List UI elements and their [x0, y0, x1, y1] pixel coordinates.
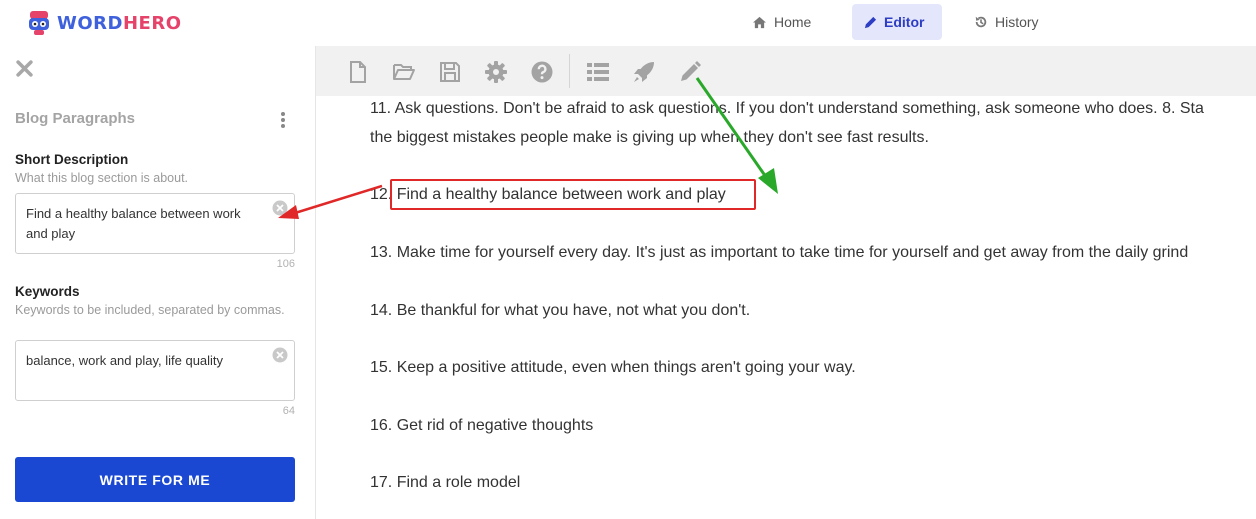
paragraph-17: 17. Find a role model [370, 474, 521, 491]
editor-content[interactable]: 11. Ask questions. Don't be afraid to as… [316, 96, 1256, 519]
new-file-icon[interactable] [346, 60, 370, 84]
short-description-help: What this blog section is about. [15, 171, 189, 185]
paragraph-11-line-1: 11. Ask questions. Don't be afraid to as… [370, 100, 1204, 117]
clear-icon[interactable] [272, 200, 288, 216]
nav-home-label: Home [774, 14, 812, 30]
open-folder-icon[interactable] [392, 60, 416, 84]
keywords-help: Keywords to be included, separated by co… [15, 303, 285, 317]
clear-icon[interactable] [272, 347, 288, 363]
logo-text: WORDHERO [57, 12, 182, 34]
logo[interactable]: WORDHERO [27, 10, 182, 36]
keywords-label: Keywords [15, 284, 80, 299]
nav-home[interactable]: Home [740, 4, 823, 40]
short-description-label: Short Description [15, 152, 129, 167]
nav-editor[interactable]: Editor [852, 4, 942, 40]
keywords-counter: 64 [282, 405, 295, 417]
nav-history-label: History [995, 14, 1039, 30]
editor-toolbar [316, 46, 1256, 96]
close-icon[interactable] [16, 60, 33, 77]
paragraph-11-line-2: the biggest mistakes people make is givi… [370, 129, 929, 146]
list-icon[interactable] [586, 60, 610, 84]
keywords-value: balance, work and play, life quality [26, 353, 224, 368]
toolbar-separator [569, 54, 570, 88]
short-description-counter: 106 [276, 258, 295, 270]
nav-editor-label: Editor [884, 14, 925, 30]
short-description-input[interactable]: Find a healthy balance between work and … [15, 193, 295, 254]
sidebar: Blog Paragraphs Short Description What t… [0, 46, 316, 519]
more-options-icon[interactable] [280, 111, 286, 129]
write-for-me-button[interactable]: WRITE FOR ME [15, 457, 295, 502]
paragraph-13: 13. Make time for yourself every day. It… [370, 244, 1189, 261]
help-icon[interactable] [530, 60, 554, 84]
keywords-input[interactable]: balance, work and play, life quality [15, 340, 295, 401]
paragraph-16: 16. Get rid of negative thoughts [370, 417, 594, 434]
section-title: Blog Paragraphs [15, 110, 136, 127]
paragraph-15: 15. Keep a positive attitude, even when … [370, 359, 856, 376]
rocket-icon[interactable] [632, 60, 656, 84]
history-icon [975, 16, 987, 28]
robot-logo-icon [29, 11, 49, 35]
settings-gear-icon[interactable] [484, 60, 508, 84]
highlight-box [390, 179, 756, 210]
pencil-icon[interactable] [678, 60, 702, 84]
top-bar: WORDHERO Home Editor History [0, 0, 1256, 46]
short-description-value: Find a healthy balance between work and … [26, 206, 241, 241]
home-icon [753, 16, 766, 28]
paragraph-14: 14. Be thankful for what you have, not w… [370, 302, 751, 319]
pencil-icon [864, 16, 877, 28]
save-icon[interactable] [438, 60, 462, 84]
nav-history[interactable]: History [962, 4, 1051, 40]
